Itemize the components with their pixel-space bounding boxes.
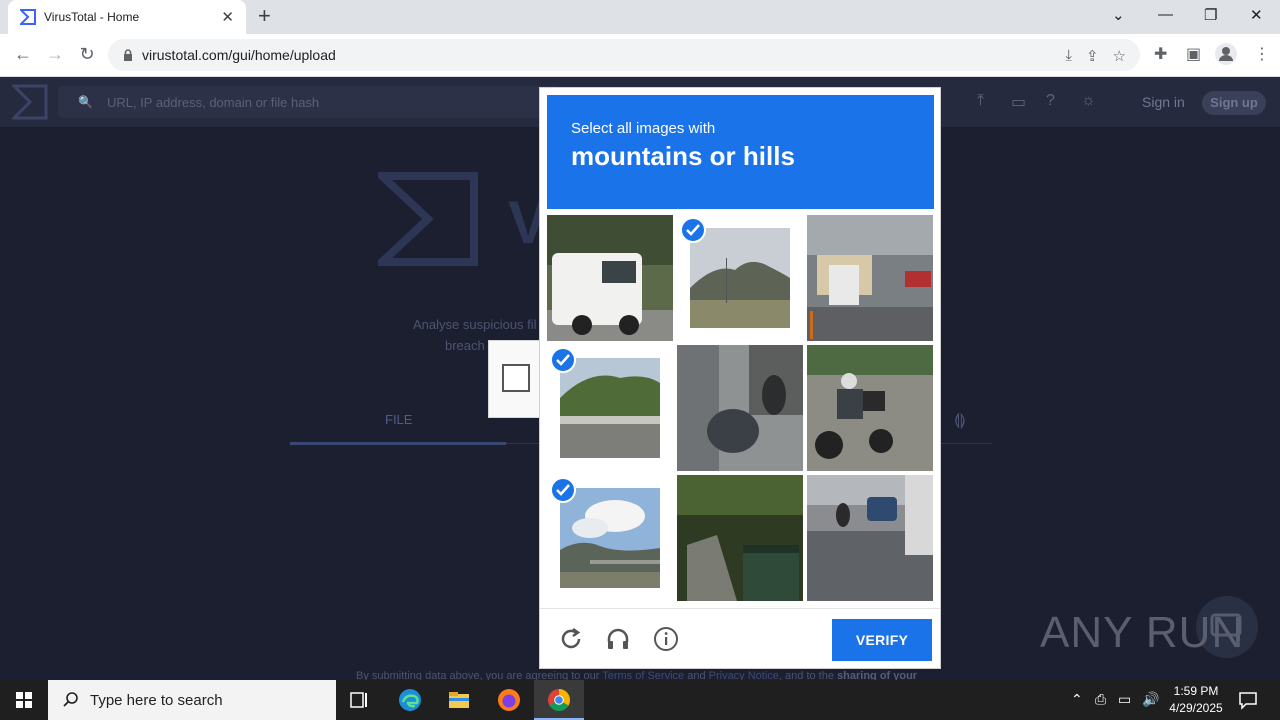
green-hill-image bbox=[560, 358, 660, 458]
lock-icon bbox=[124, 49, 132, 61]
vt-search-input[interactable]: 🔍 URL, IP address, domain or file hash bbox=[58, 86, 558, 118]
install-app-icon[interactable]: ⤓ bbox=[1065, 47, 1072, 65]
captcha-tile-2[interactable] bbox=[807, 215, 933, 341]
side-panel-icon[interactable]: ▣ bbox=[1186, 44, 1201, 64]
chrome-icon[interactable] bbox=[547, 688, 571, 712]
motorbikes-image bbox=[677, 345, 803, 471]
selected-check-icon bbox=[550, 477, 576, 503]
taskbar-search-placeholder: Type here to search bbox=[90, 691, 223, 709]
menu-kebab-icon[interactable]: ⋮ bbox=[1254, 44, 1270, 64]
tray-overflow-icon[interactable]: ⌃ bbox=[1071, 691, 1083, 708]
restore-button[interactable]: ❐ bbox=[1204, 6, 1217, 24]
theme-icon[interactable]: ☼ bbox=[1081, 92, 1096, 110]
wet-road-image bbox=[807, 475, 933, 601]
clock-time: 1:59 PM bbox=[1173, 684, 1219, 698]
stairs-bin-image bbox=[677, 475, 803, 601]
close-window-button[interactable]: ✕ bbox=[1250, 6, 1263, 24]
usb-tray-icon[interactable]: ⎙ bbox=[1095, 691, 1106, 708]
clock-date: 4/29/2025 bbox=[1169, 701, 1223, 715]
captcha-prompt-main: mountains or hills bbox=[571, 141, 795, 171]
captcha-tile-3[interactable] bbox=[547, 345, 673, 471]
captcha-tile-7[interactable] bbox=[677, 475, 803, 601]
virustotal-big-logo-icon bbox=[378, 172, 478, 266]
upload-icon[interactable]: ⤒ bbox=[977, 92, 984, 110]
captcha-tile-4[interactable] bbox=[677, 345, 803, 471]
van-image bbox=[547, 215, 673, 341]
network-tray-icon[interactable]: ▭ bbox=[1118, 691, 1131, 708]
windows-start-icon[interactable] bbox=[0, 680, 48, 720]
browser-tab-strip: VirusTotal - Home ✕ + ⌄ — ❐ ✕ bbox=[0, 0, 1280, 34]
sign-up-button[interactable]: Sign up bbox=[1202, 91, 1266, 115]
captcha-footer: VERIFY bbox=[540, 608, 940, 669]
browser-tab[interactable]: VirusTotal - Home ✕ bbox=[8, 0, 246, 34]
browser-toolbar: ← → ↻ virustotal.com/gui/home/upload ⤓ ⇪… bbox=[0, 34, 1280, 77]
captcha-challenge: Select all images with mountains or hill… bbox=[539, 87, 941, 669]
vt-search-placeholder: URL, IP address, domain or file hash bbox=[106, 94, 320, 110]
refresh-icon[interactable] bbox=[558, 626, 584, 652]
extensions-icon[interactable]: ✚ bbox=[1154, 44, 1167, 64]
captcha-tile-6[interactable] bbox=[547, 475, 673, 601]
captcha-tile-0[interactable] bbox=[547, 215, 673, 341]
share-icon[interactable]: ⇪ bbox=[1086, 47, 1099, 65]
truck-image bbox=[807, 215, 933, 341]
info-icon[interactable] bbox=[653, 626, 679, 652]
firefox-icon[interactable] bbox=[497, 688, 521, 712]
selected-check-icon bbox=[680, 217, 706, 243]
anyrun-watermark: ANY RUN bbox=[1040, 608, 1245, 657]
captcha-prompt-sub: Select all images with bbox=[571, 120, 716, 137]
url-text: virustotal.com/gui/home/upload bbox=[142, 47, 336, 63]
captcha-image-grid bbox=[547, 215, 935, 603]
back-icon[interactable]: ← bbox=[12, 44, 34, 65]
verify-button[interactable]: VERIFY bbox=[832, 619, 932, 661]
profile-avatar-icon[interactable] bbox=[1215, 43, 1237, 65]
tab-file[interactable]: FILE bbox=[385, 412, 412, 427]
audio-headphones-icon[interactable] bbox=[605, 626, 631, 652]
forward-icon[interactable]: → bbox=[44, 44, 66, 65]
edge-icon[interactable] bbox=[398, 688, 422, 712]
virustotal-logo-icon[interactable] bbox=[12, 84, 48, 120]
motorcyclist-image bbox=[807, 345, 933, 471]
mountain-sky-image bbox=[560, 488, 660, 588]
captcha-checkbox[interactable] bbox=[502, 364, 530, 392]
reload-icon[interactable]: ↻ bbox=[76, 44, 98, 65]
notifications-icon[interactable] bbox=[1236, 688, 1260, 712]
taskbar-search-box[interactable]: Type here to search bbox=[48, 680, 336, 720]
task-view-icon[interactable] bbox=[348, 688, 372, 712]
selected-check-icon bbox=[550, 347, 576, 373]
tab-search-icon[interactable]: ⌄ bbox=[1112, 6, 1125, 24]
taskbar: Type here to search ⌃ ⎙ ▭ 🔊 1:59 PM 4/29… bbox=[0, 680, 1280, 720]
virustotal-favicon-icon bbox=[20, 9, 36, 25]
hill-image bbox=[690, 228, 790, 328]
new-tab-button[interactable]: + bbox=[258, 5, 271, 27]
captcha-tile-5[interactable] bbox=[807, 345, 933, 471]
file-explorer-icon[interactable] bbox=[447, 688, 471, 712]
captcha-tile-1[interactable] bbox=[677, 215, 803, 341]
sign-in-link[interactable]: Sign in bbox=[1142, 94, 1185, 110]
chat-icon[interactable]: ▭ bbox=[1011, 92, 1026, 112]
captcha-checkbox-widget bbox=[488, 340, 544, 418]
tab-title: VirusTotal - Home bbox=[44, 10, 140, 24]
volume-tray-icon[interactable]: 🔊 bbox=[1142, 691, 1159, 708]
captcha-tile-8[interactable] bbox=[807, 475, 933, 601]
bookmark-star-icon[interactable]: ☆ bbox=[1113, 47, 1126, 65]
minimize-button[interactable]: — bbox=[1158, 6, 1173, 23]
file-tab-underline bbox=[290, 442, 506, 445]
address-bar[interactable]: virustotal.com/gui/home/upload ⤓ ⇪ ☆ bbox=[108, 39, 1140, 71]
taskbar-search-icon bbox=[63, 692, 78, 707]
tab-close-icon[interactable]: ✕ bbox=[221, 8, 234, 26]
search-icon: 🔍 bbox=[78, 95, 93, 109]
captcha-prompt: Select all images with mountains or hill… bbox=[547, 95, 934, 209]
search-tab-icon[interactable]: ⟬⟭ bbox=[954, 412, 966, 430]
taskbar-clock[interactable]: 1:59 PM 4/29/2025 bbox=[1160, 683, 1232, 717]
help-icon[interactable]: ? bbox=[1046, 92, 1055, 110]
